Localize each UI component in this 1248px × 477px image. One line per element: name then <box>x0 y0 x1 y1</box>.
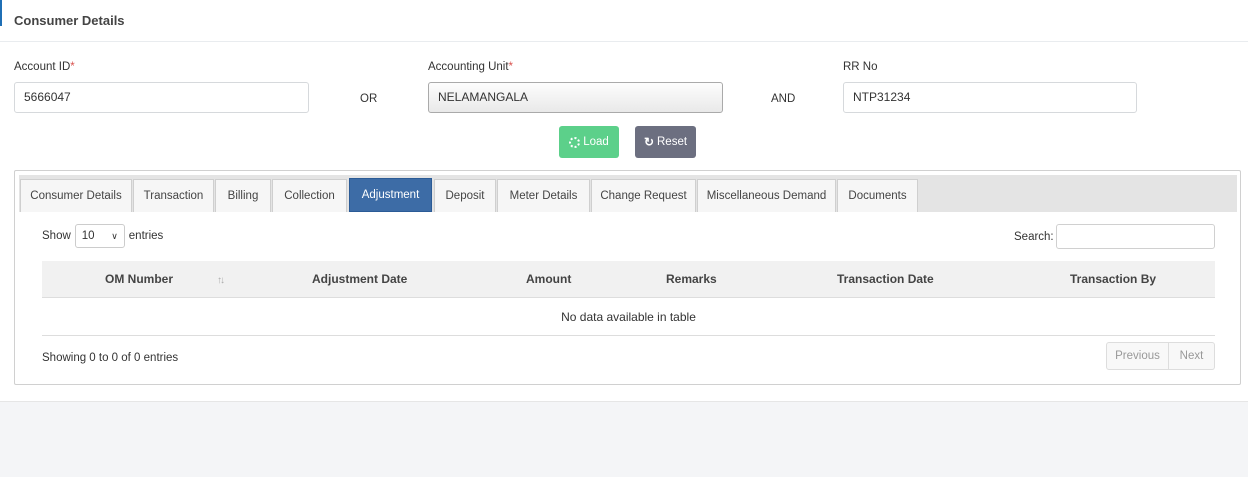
table-info: Showing 0 to 0 of 0 entries <box>42 352 179 364</box>
load-button[interactable]: Load <box>559 126 619 158</box>
or-text: OR <box>360 93 378 105</box>
tab-transaction[interactable]: Transaction <box>133 179 214 212</box>
empty-table-message: No data available in table <box>42 298 1215 336</box>
tab-meter-details[interactable]: Meter Details <box>497 179 590 212</box>
page-size-select[interactable]: 10 ∨ <box>74 224 125 248</box>
tab-documents[interactable]: Documents <box>837 179 918 212</box>
tab-miscellaneous-demand[interactable]: Miscellaneous Demand <box>697 179 836 212</box>
card-header: Consumer Details <box>0 0 1248 42</box>
column-om-number[interactable]: OM Number <box>105 272 173 286</box>
header-accent-bar <box>0 0 2 26</box>
account-id-label: Account ID* <box>14 61 75 73</box>
refresh-icon: ↻ <box>643 135 654 149</box>
reset-button-label: Reset <box>657 136 688 148</box>
accounting-unit-label: Accounting Unit* <box>428 61 514 73</box>
tab-deposit[interactable]: Deposit <box>434 179 496 212</box>
page-size-control: Show 10 ∨ entries <box>42 224 163 248</box>
column-transaction-date[interactable]: Transaction Date <box>837 272 934 286</box>
search-label: Search: <box>1014 231 1054 243</box>
next-button[interactable]: Next <box>1169 342 1215 370</box>
tab-adjustment[interactable]: Adjustment <box>349 178 432 212</box>
show-label: Show <box>42 230 71 242</box>
table-header: OM Number ↑↓ Adjustment Date Amount Rema… <box>42 261 1215 298</box>
chevron-down-icon: ∨ <box>111 230 118 241</box>
sort-icon[interactable]: ↑↓ <box>217 275 225 286</box>
column-adjustment-date[interactable]: Adjustment Date <box>312 272 407 286</box>
entries-label: entries <box>128 230 164 242</box>
search-input[interactable] <box>1056 224 1215 249</box>
rr-no-input[interactable]: NTP31234 <box>843 82 1137 113</box>
rr-no-label: RR No <box>843 61 878 73</box>
column-remarks[interactable]: Remarks <box>666 272 717 286</box>
page-title: Consumer Details <box>14 13 125 28</box>
tab-change-request[interactable]: Change Request <box>591 179 696 212</box>
tab-consumer-details[interactable]: Consumer Details <box>20 179 132 212</box>
and-text: AND <box>771 93 796 105</box>
reset-button[interactable]: ↻ Reset <box>635 126 696 158</box>
tab-collection[interactable]: Collection <box>272 179 347 212</box>
tab-bar: Consumer Details Transaction Billing Col… <box>19 175 1237 212</box>
account-id-input[interactable]: 5666047 <box>14 82 309 113</box>
consumer-details-card: Consumer Details Account ID* 5666047 OR … <box>0 0 1248 402</box>
column-amount[interactable]: Amount <box>526 272 571 286</box>
page-size-value: 10 <box>81 230 95 242</box>
load-button-label: Load <box>583 136 609 148</box>
column-transaction-by[interactable]: Transaction By <box>1070 272 1156 286</box>
tab-billing[interactable]: Billing <box>215 179 271 212</box>
previous-button[interactable]: Previous <box>1106 342 1169 370</box>
spinner-icon <box>569 136 581 148</box>
accounting-unit-select[interactable]: NELAMANGALA <box>428 82 723 113</box>
tab-panel: Consumer Details Transaction Billing Col… <box>14 170 1241 385</box>
